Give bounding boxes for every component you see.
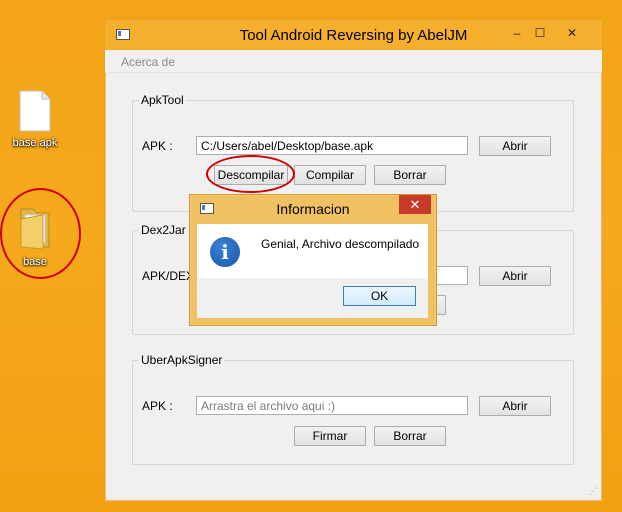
desktop-icon-label: base.apk: [12, 137, 58, 149]
highlight-circle-folder: [0, 188, 81, 279]
ok-button[interactable]: OK: [343, 286, 416, 306]
desktop: { "desktop": { "icons": [ {"label": "bas…: [0, 0, 622, 512]
dialog-message-area: i Genial, Archivo descompilado: [197, 224, 428, 278]
uberapksigner-group: UberApkSigner APK : Abrir Firmar Borrar: [132, 353, 574, 465]
apktool-clear-button[interactable]: Borrar: [374, 165, 446, 185]
menu-about[interactable]: Acerca de: [121, 55, 175, 69]
maximize-button[interactable]: ☐: [530, 26, 550, 40]
uber-clear-button[interactable]: Borrar: [374, 426, 446, 446]
info-icon: i: [210, 237, 240, 267]
file-icon: [19, 90, 51, 132]
group-title: UberApkSigner: [139, 353, 225, 367]
dialog-message: Genial, Archivo descompilado: [261, 237, 420, 251]
group-title: Dex2Jar: [139, 223, 188, 237]
apk-label: APK :: [142, 139, 173, 153]
apk-label: APK :: [142, 399, 173, 413]
group-title: ApkTool: [139, 93, 186, 107]
compile-button[interactable]: Compilar: [294, 165, 366, 185]
close-button[interactable]: ✕: [562, 26, 582, 40]
minimize-button[interactable]: –: [507, 26, 527, 40]
apktool-open-button[interactable]: Abrir: [479, 136, 551, 156]
menu-bar: Acerca de: [105, 50, 602, 73]
dex2jar-open-button[interactable]: Abrir: [479, 266, 551, 286]
sign-button[interactable]: Firmar: [294, 426, 366, 446]
dialog-close-button[interactable]: ✕: [399, 195, 431, 214]
uber-apk-input[interactable]: [196, 396, 468, 415]
resize-grip-icon[interactable]: ⋰: [589, 486, 598, 497]
uber-open-button[interactable]: Abrir: [479, 396, 551, 416]
info-dialog: Informacion ✕ i Genial, Archivo descompi…: [189, 194, 437, 326]
title-bar[interactable]: Tool Android Reversing by AbelJM – ☐ ✕: [105, 20, 602, 50]
window-title: Tool Android Reversing by AbelJM: [239, 27, 468, 44]
desktop-icon-base-apk[interactable]: base.apk: [3, 90, 67, 149]
apktool-apk-input[interactable]: [196, 136, 468, 155]
dialog-body: i Genial, Archivo descompilado OK: [197, 224, 428, 318]
highlight-circle-decompile: [206, 155, 295, 193]
